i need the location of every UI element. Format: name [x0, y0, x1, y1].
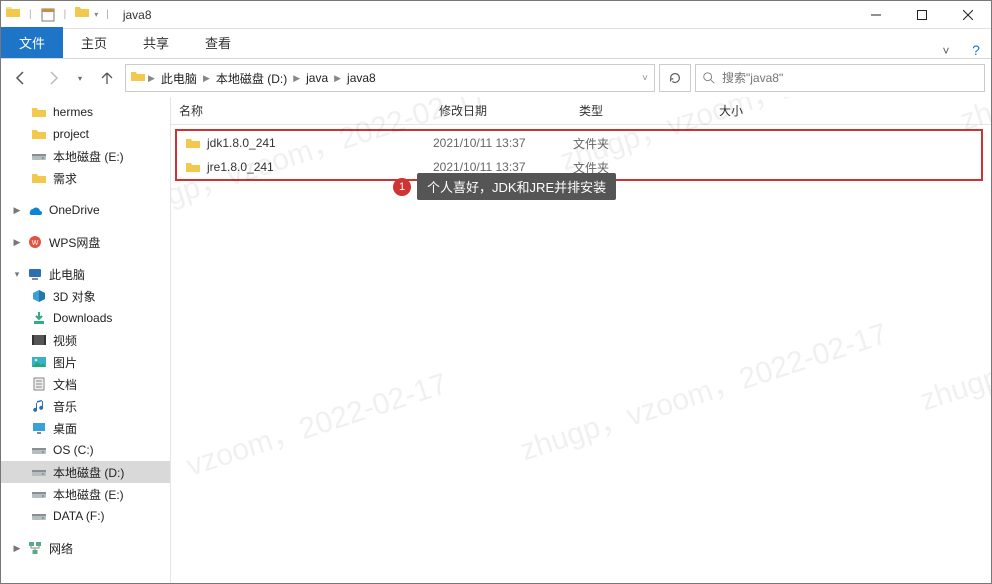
chevron-down-icon[interactable]: ▾ — [94, 10, 98, 19]
tree-pc-item[interactable]: 桌面 — [1, 417, 170, 439]
tree-onedrive[interactable]: ▶OneDrive — [1, 199, 170, 221]
tree-pc-item[interactable]: 音乐 — [1, 395, 170, 417]
tab-view[interactable]: 查看 — [187, 27, 249, 58]
file-row[interactable]: jdk1.8.0_241 2021/10/11 13:37文件夹 — [177, 131, 981, 155]
up-button[interactable] — [93, 64, 121, 92]
forward-button[interactable] — [39, 64, 67, 92]
folder-icon — [5, 4, 21, 25]
svg-text:W: W — [32, 240, 39, 247]
drive-icon — [31, 464, 47, 480]
titlebar: | | ▾ | java8 — [1, 1, 991, 29]
tree-quick-item[interactable]: 本地磁盘 (E:) — [1, 145, 170, 167]
tree-pc-item[interactable]: 视频 — [1, 329, 170, 351]
tree-pc-item[interactable]: OS (C:) — [1, 439, 170, 461]
file-date: 2021/10/11 13:37 — [433, 136, 573, 150]
search-input[interactable] — [722, 71, 978, 85]
ribbon-tabs: 文件 主页 共享 查看 ˅ ? — [1, 29, 991, 59]
file-name: jre1.8.0_241 — [207, 160, 274, 174]
file-name: jdk1.8.0_241 — [207, 136, 276, 150]
wps-icon: W — [27, 234, 43, 250]
tree-pc-item[interactable]: 本地磁盘 (D:) — [1, 461, 170, 483]
network-icon — [27, 540, 43, 556]
tree-pc-item[interactable]: 3D 对象 — [1, 285, 170, 307]
qat-separator: | — [25, 9, 36, 20]
drive-icon — [31, 148, 47, 164]
dl-icon — [31, 310, 47, 326]
crumb-pc[interactable]: 此电脑 — [157, 70, 201, 87]
onedrive-icon — [27, 202, 43, 218]
qat-separator-2: | — [60, 9, 71, 20]
navbar: ▾ ▶ 此电脑 ▶ 本地磁盘 (D:) ▶ java ▶ java8 ˅ — [1, 59, 991, 97]
window-title: java8 — [123, 8, 152, 22]
desk-icon — [31, 420, 47, 436]
drive-icon — [31, 486, 47, 502]
col-date[interactable]: 修改日期 — [431, 102, 571, 119]
sidebar-tree[interactable]: hermesproject本地磁盘 (E:)需求 ▶OneDrive ▶WWPS… — [1, 97, 171, 583]
folder-icon — [31, 104, 47, 120]
help-icon[interactable]: ? — [961, 42, 991, 58]
drive-icon — [31, 442, 47, 458]
address-bar[interactable]: ▶ 此电脑 ▶ 本地磁盘 (D:) ▶ java ▶ java8 ˅ — [125, 64, 655, 92]
tree-pc-item[interactable]: Downloads — [1, 307, 170, 329]
tree-quick-item[interactable]: 需求 — [1, 167, 170, 189]
qat-folder-icon[interactable] — [74, 4, 90, 25]
3d-icon — [31, 288, 47, 304]
close-button[interactable] — [945, 1, 991, 29]
vid-icon — [31, 332, 47, 348]
refresh-button[interactable] — [659, 64, 691, 92]
tree-this-pc[interactable]: ▾此电脑 — [1, 263, 170, 285]
col-size[interactable]: 大小 — [711, 102, 821, 119]
chevron-right-icon[interactable]: ▶ — [201, 73, 212, 84]
tree-network[interactable]: ▶网络 — [1, 537, 170, 559]
tree-pc-item[interactable]: 文档 — [1, 373, 170, 395]
col-type[interactable]: 类型 — [571, 102, 711, 119]
recent-dropdown[interactable]: ▾ — [71, 64, 89, 92]
search-box[interactable] — [695, 64, 985, 92]
tree-pc-item[interactable]: 本地磁盘 (E:) — [1, 483, 170, 505]
crumb-java8[interactable]: java8 — [343, 71, 380, 85]
file-list-pane: 名称 修改日期 类型 大小 jdk1.8.0_241 2021/10/11 13:… — [171, 97, 991, 583]
minimize-button[interactable] — [853, 1, 899, 29]
pic-icon — [31, 354, 47, 370]
crumb-java[interactable]: java — [302, 71, 332, 85]
tab-share[interactable]: 共享 — [125, 27, 187, 58]
qat-props-icon[interactable] — [40, 7, 56, 23]
tree-pc-item[interactable]: 图片 — [1, 351, 170, 373]
folder-icon — [185, 159, 201, 175]
tab-file[interactable]: 文件 — [1, 27, 63, 58]
doc-icon — [31, 376, 47, 392]
callout-number: 1 — [393, 178, 411, 196]
tab-home[interactable]: 主页 — [63, 27, 125, 58]
chevron-right-icon[interactable]: ▶ — [332, 73, 343, 84]
chevron-right-icon[interactable]: ▶ — [146, 73, 157, 84]
back-button[interactable] — [7, 64, 35, 92]
ribbon-collapse-icon[interactable]: ˅ — [931, 44, 961, 58]
address-dropdown-icon[interactable]: ˅ — [640, 73, 650, 84]
callout-text: 个人喜好，JDK和JRE并排安装 — [417, 173, 616, 200]
annotation-callout: 1 个人喜好，JDK和JRE并排安装 — [393, 173, 616, 200]
file-date: 2021/10/11 13:37 — [433, 160, 573, 174]
tree-wps[interactable]: ▶WWPS网盘 — [1, 231, 170, 253]
tree-quick-item[interactable]: hermes — [1, 101, 170, 123]
mus-icon — [31, 398, 47, 414]
drive-icon — [31, 508, 47, 524]
tree-quick-item[interactable]: project — [1, 123, 170, 145]
maximize-button[interactable] — [899, 1, 945, 29]
search-icon — [702, 71, 716, 85]
file-type: 文件夹 — [573, 135, 713, 152]
tree-pc-item[interactable]: DATA (F:) — [1, 505, 170, 527]
pc-icon — [27, 266, 43, 282]
folder-icon — [130, 68, 146, 89]
col-name[interactable]: 名称 — [171, 102, 431, 119]
chevron-right-icon[interactable]: ▶ — [291, 73, 302, 84]
crumb-drive[interactable]: 本地磁盘 (D:) — [212, 70, 291, 87]
folder-icon — [31, 126, 47, 142]
qat-separator-3: | — [102, 9, 113, 20]
folder-icon — [31, 170, 47, 186]
folder-icon — [185, 135, 201, 151]
column-headers[interactable]: 名称 修改日期 类型 大小 — [171, 97, 991, 125]
